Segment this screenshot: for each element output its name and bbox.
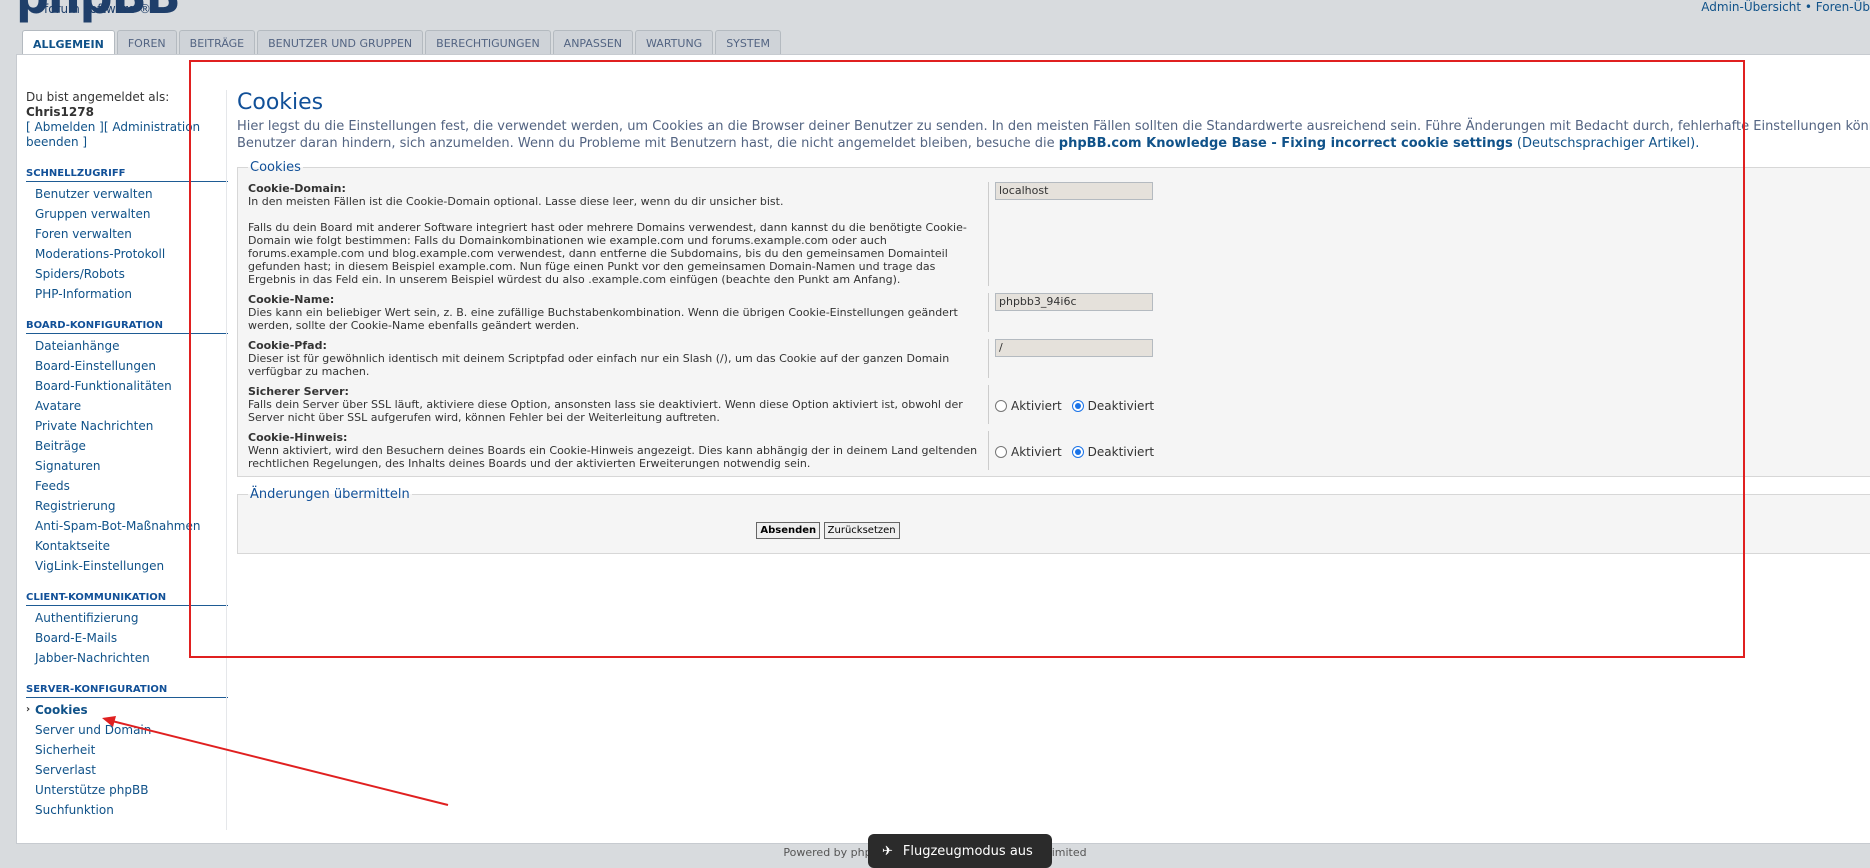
page-title: Cookies — [237, 90, 324, 115]
sidebar-item-gruppen-verwalten[interactable]: Gruppen verwalten — [26, 202, 228, 222]
tab-anpassen[interactable]: Anpassen — [552, 30, 634, 54]
tab-wartung[interactable]: Wartung — [635, 30, 714, 54]
row-cookie-domain: Cookie-Domain: In den meisten Fällen ist… — [248, 181, 1868, 286]
sidebar-item-foren-verwalten[interactable]: Foren verwalten — [26, 222, 228, 242]
cookie-domain-input[interactable] — [995, 182, 1153, 200]
sidebar-item-private-nachrichten[interactable]: Private Nachrichten — [26, 414, 228, 434]
secure-server-description: Sicherer Server: Falls dein Server über … — [248, 385, 989, 424]
row-cookie-notice: Cookie-Hinweis: Wenn aktiviert, wird den… — [248, 430, 1868, 470]
submit-legend: Änderungen übermitteln — [250, 487, 410, 502]
sidebar-item-beitraege[interactable]: Beiträge — [26, 434, 228, 454]
tab-allgemein[interactable]: Allgemein — [22, 30, 115, 54]
top-links[interactable]: Admin-Übersicht • Foren-Üb — [1701, 0, 1870, 14]
german-article-link[interactable]: (Deutschsprachiger Artikel). — [1517, 136, 1699, 151]
toast-text: Flugzeugmodus aus — [902, 843, 1033, 859]
tab-foren[interactable]: Foren — [116, 30, 177, 54]
cookie-path-input[interactable] — [995, 339, 1153, 357]
cookie-name-label: Cookie-Name: — [248, 293, 335, 306]
main-content: Cookies Hier legst du die Einstellungen … — [237, 90, 1870, 554]
menu-head-client-kommunikation: Client-Kommunikation — [26, 592, 228, 606]
cookie-path-help: Dieser ist für gewöhnlich identisch mit … — [248, 352, 950, 378]
cookie-domain-description: Cookie-Domain: In den meisten Fällen ist… — [248, 182, 989, 286]
menu-head-server-konfiguration: Server-Konfiguration — [26, 684, 228, 698]
intro-line-1: Hier legst du die Einstellungen fest, di… — [237, 119, 1870, 134]
cookie-notice-label: Cookie-Hinweis: — [248, 431, 348, 444]
sidebar: Du bist angemeldet als: Chris1278 [ Abme… — [26, 90, 228, 818]
tab-beitraege[interactable]: Beiträge — [178, 30, 256, 54]
tab-berechtigungen[interactable]: Berechtigungen — [425, 30, 551, 54]
sidebar-item-feeds[interactable]: Feeds — [26, 474, 228, 494]
notice-on-radio[interactable] — [995, 446, 1007, 458]
sidebar-item-sicherheit[interactable]: Sicherheit — [26, 738, 228, 758]
logo-subtitle: forum software ® — [44, 2, 151, 16]
sidebar-item-board-e-mails[interactable]: Board-E-Mails — [26, 626, 228, 646]
logout-links[interactable]: [ Abmelden ][ Administration beenden ] — [26, 120, 200, 149]
menu-head-board-konfiguration: Board-Konfiguration — [26, 320, 228, 334]
sidebar-item-server-und-domain[interactable]: Server und Domain — [26, 718, 228, 738]
sidebar-item-anti-spam[interactable]: Anti-Spam-Bot-Maßnahmen — [26, 514, 228, 534]
sidebar-item-avatare[interactable]: Avatare — [26, 394, 228, 414]
row-secure-server: Sicherer Server: Falls dein Server über … — [248, 384, 1868, 424]
sidebar-item-signaturen[interactable]: Signaturen — [26, 454, 228, 474]
row-cookie-name: Cookie-Name: Dies kann ein beliebiger We… — [248, 292, 1868, 332]
intro-text: Benutzer daran hindern, sich anzumelden.… — [237, 136, 1055, 151]
logged-in-label: Du bist angemeldet als: — [26, 90, 170, 104]
cookie-name-description: Cookie-Name: Dies kann ein beliebiger We… — [248, 293, 989, 332]
cookie-path-label: Cookie-Pfad: — [248, 339, 327, 352]
cookie-name-input[interactable] — [995, 293, 1153, 311]
cookies-legend: Cookies — [250, 160, 301, 175]
active-marker-icon: › — [26, 704, 31, 715]
cookie-domain-label: Cookie-Domain: — [248, 182, 346, 195]
cookies-fieldset: Cookies Cookie-Domain: In den meisten Fä… — [237, 160, 1870, 477]
sidebar-item-board-funktionalitaeten[interactable]: Board-Funktionalitäten — [26, 374, 228, 394]
submit-button[interactable]: Absenden — [756, 522, 821, 539]
sidebar-item-viglink[interactable]: VigLink-Einstellungen — [26, 554, 228, 574]
tab-benutzer-und-gruppen[interactable]: Benutzer und Gruppen — [257, 30, 424, 54]
cookie-domain-help-1: In den meisten Fällen ist die Cookie-Dom… — [248, 195, 784, 208]
sidebar-item-registrierung[interactable]: Registrierung — [26, 494, 228, 514]
intro-line-2: Benutzer daran hindern, sich anzumelden.… — [237, 135, 1870, 152]
menu-head-schnellzugriff: Schnellzugriff — [26, 168, 228, 182]
sidebar-item-board-einstellungen[interactable]: Board-Einstellungen — [26, 354, 228, 374]
airplane-icon: ✈ — [882, 843, 893, 859]
secure-server-label: Sicherer Server: — [248, 385, 349, 398]
cookie-notice-help: Wenn aktiviert, wird den Besuchern deine… — [248, 444, 978, 470]
page-intro: Hier legst du die Einstellungen fest, di… — [237, 118, 1870, 152]
sidebar-item-benutzer-verwalten[interactable]: Benutzer verwalten — [26, 182, 228, 202]
username: Chris1278 — [26, 105, 94, 119]
notice-off-radio[interactable] — [1071, 446, 1084, 458]
cookie-notice-description: Cookie-Hinweis: Wenn aktiviert, wird den… — [248, 431, 989, 470]
cookie-path-description: Cookie-Pfad: Dieser ist für gewöhnlich i… — [248, 339, 989, 378]
reset-button[interactable]: Zurücksetzen — [823, 522, 900, 539]
sidebar-item-label: Cookies — [35, 703, 88, 717]
secure-on-radio[interactable] — [995, 400, 1007, 412]
secure-off-radio[interactable] — [1071, 400, 1084, 412]
sidebar-item-jabber[interactable]: Jabber-Nachrichten — [26, 646, 228, 666]
login-info: Du bist angemeldet als: Chris1278 [ Abme… — [26, 90, 228, 150]
secure-on-option[interactable]: Aktiviert — [995, 399, 1062, 413]
sidebar-item-dateianhaenge[interactable]: Dateianhänge — [26, 334, 228, 354]
notice-off-option[interactable]: Deaktiviert — [1071, 445, 1154, 459]
sidebar-item-php-information[interactable]: PHP-Information — [26, 282, 228, 302]
sidebar-item-kontaktseite[interactable]: Kontaktseite — [26, 534, 228, 554]
sidebar-item-suchfunktion[interactable]: Suchfunktion — [26, 798, 228, 818]
cookie-domain-help-2: Falls du dein Board mit anderer Software… — [248, 221, 967, 286]
secure-off-option[interactable]: Deaktiviert — [1071, 399, 1154, 413]
cookie-name-help: Dies kann ein beliebiger Wert sein, z. B… — [248, 306, 958, 332]
sidebar-item-serverlast[interactable]: Serverlast — [26, 758, 228, 778]
tab-system[interactable]: System — [715, 30, 782, 54]
sidebar-divider — [226, 90, 227, 830]
sidebar-item-spiders-robots[interactable]: Spiders/Robots — [26, 262, 228, 282]
notice-on-option[interactable]: Aktiviert — [995, 445, 1062, 459]
sidebar-item-unterstuetze-phpbb[interactable]: Unterstütze phpBB — [26, 778, 228, 798]
sidebar-item-cookies[interactable]: › Cookies — [26, 698, 228, 718]
toast-notification: ✈ Flugzeugmodus aus — [868, 834, 1052, 868]
sidebar-item-authentifizierung[interactable]: Authentifizierung — [26, 606, 228, 626]
secure-server-help: Falls dein Server über SSL läuft, aktivi… — [248, 398, 963, 424]
main-tabs: Allgemein Foren Beiträge Benutzer und Gr… — [22, 30, 782, 54]
knowledge-base-link[interactable]: phpBB.com Knowledge Base - Fixing incorr… — [1059, 136, 1513, 151]
row-cookie-path: Cookie-Pfad: Dieser ist für gewöhnlich i… — [248, 338, 1868, 378]
sidebar-item-moderations-protokoll[interactable]: Moderations-Protokoll — [26, 242, 228, 262]
submit-fieldset: Änderungen übermitteln Absenden Zurückse… — [237, 487, 1870, 554]
